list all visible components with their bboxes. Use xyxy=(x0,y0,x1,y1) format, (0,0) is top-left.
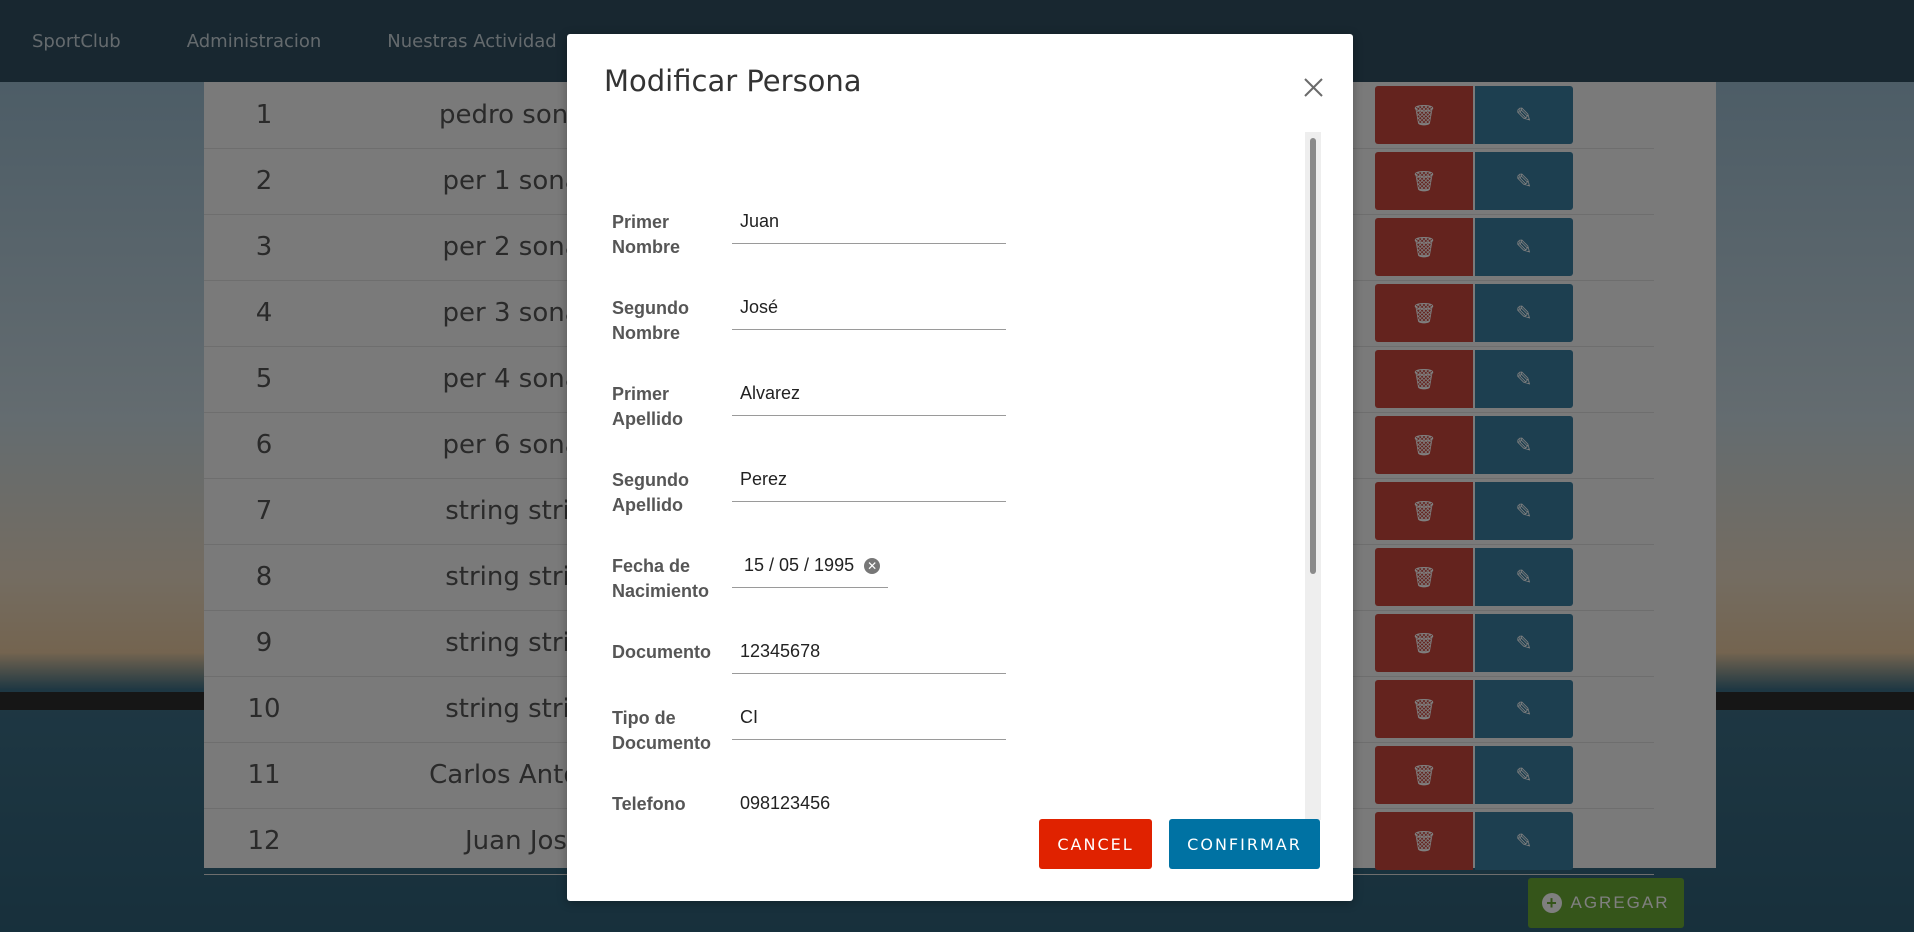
tipo-documento-input[interactable]: CI xyxy=(732,704,1006,740)
documento-label: Documento xyxy=(612,642,711,662)
fecha-nacimiento-input[interactable]: 15 / 05 / 1995 ✕ xyxy=(732,552,888,588)
telefono-label: Telefono xyxy=(612,794,686,814)
edit-person-modal: Modificar Persona Primer Nombre Juan Seg… xyxy=(567,34,1353,901)
clear-date-icon[interactable]: ✕ xyxy=(864,558,881,574)
confirm-button[interactable]: CONFIRMAR xyxy=(1169,819,1320,869)
fecha-nacimiento-value: 15 / 05 / 1995 xyxy=(744,555,855,575)
fecha-nacimiento-label: Fecha de Nacimiento xyxy=(612,556,710,601)
segundo-apellido-input[interactable]: Perez xyxy=(732,466,1006,502)
primer-nombre-label: Primer Nombre xyxy=(612,212,681,257)
cancel-button[interactable]: CANCEL xyxy=(1039,819,1152,869)
close-button[interactable] xyxy=(1294,68,1332,106)
field-segundo-apellido: Segundo Apellido Perez xyxy=(612,468,1032,518)
field-primer-apellido: Primer Apellido Alvarez xyxy=(612,382,1032,432)
field-segundo-nombre: Segundo Nombre José xyxy=(612,296,1032,346)
telefono-input[interactable]: 098123456 xyxy=(732,790,1006,820)
primer-apellido-label: Primer Apellido xyxy=(612,384,683,429)
modal-title: Modificar Persona xyxy=(604,64,862,98)
close-icon xyxy=(1304,78,1323,97)
segundo-apellido-label: Segundo Apellido xyxy=(612,470,689,515)
modal-scrollbar-thumb[interactable] xyxy=(1310,138,1316,574)
segundo-nombre-input[interactable]: José xyxy=(732,294,1006,330)
segundo-nombre-label: Segundo Nombre xyxy=(612,298,689,343)
tipo-documento-label: Tipo de Documento xyxy=(612,708,711,753)
primer-apellido-input[interactable]: Alvarez xyxy=(732,380,1006,416)
modal-body: Primer Nombre Juan Segundo Nombre José P… xyxy=(604,132,1286,820)
modal-scrollbar[interactable] xyxy=(1305,132,1321,820)
field-fecha-nacimiento: Fecha de Nacimiento 15 / 05 / 1995 ✕ xyxy=(612,554,1032,604)
field-telefono: Telefono 098123456 xyxy=(612,792,1032,820)
documento-input[interactable]: 12345678 xyxy=(732,638,1006,674)
field-tipo-documento: Tipo de Documento CI xyxy=(612,706,1032,756)
field-primer-nombre: Primer Nombre Juan xyxy=(612,210,1032,260)
field-documento: Documento 12345678 xyxy=(612,640,1032,674)
primer-nombre-input[interactable]: Juan xyxy=(732,208,1006,244)
